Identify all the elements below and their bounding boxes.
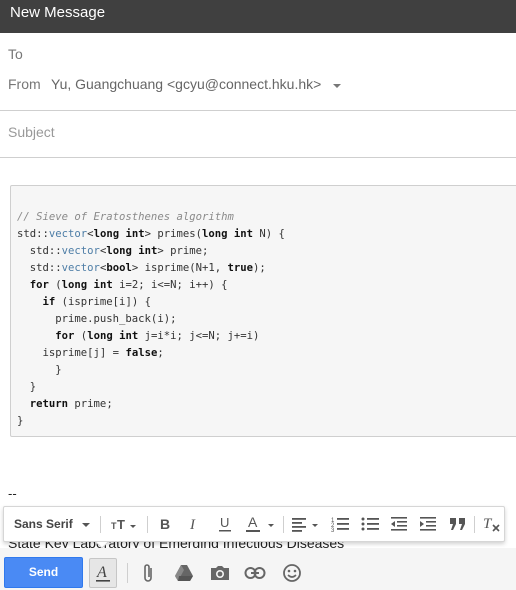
window-title: New Message bbox=[10, 4, 106, 21]
svg-text:A: A bbox=[96, 564, 107, 581]
font-size-icon[interactable]: TT bbox=[108, 507, 140, 541]
bold-icon[interactable]: B bbox=[152, 507, 178, 541]
toolbar-divider bbox=[283, 516, 284, 533]
text-color-icon[interactable]: A bbox=[242, 507, 280, 541]
formatting-toolbar: Sans Serif TT B I U A 123 T bbox=[3, 506, 505, 542]
numbered-list-icon[interactable]: 123 bbox=[326, 507, 354, 541]
divider bbox=[0, 157, 516, 158]
svg-text:A: A bbox=[248, 515, 258, 530]
svg-text:T: T bbox=[117, 517, 125, 532]
font-family-select[interactable]: Sans Serif bbox=[14, 507, 93, 541]
toolbar-divider bbox=[147, 516, 148, 533]
link-icon[interactable] bbox=[243, 560, 267, 586]
svg-text:B: B bbox=[160, 516, 170, 532]
subject-input[interactable]: Subject bbox=[0, 124, 516, 144]
bulleted-list-icon[interactable] bbox=[356, 507, 384, 541]
compose-titlebar: New Message bbox=[0, 0, 516, 33]
svg-text:I: I bbox=[189, 517, 196, 532]
code-line: return prime; bbox=[29, 398, 113, 410]
from-field[interactable]: From Yu, Guangchuang <gcyu@connect.hku.h… bbox=[0, 76, 516, 96]
code-line: } bbox=[17, 415, 24, 427]
code-content: // Sieve of Eratosthenes algorithmstd::v… bbox=[17, 209, 285, 430]
align-icon[interactable] bbox=[288, 507, 324, 541]
code-line: std::vector<bool> isprime(N+1, true); bbox=[17, 262, 266, 274]
to-field[interactable]: To bbox=[0, 46, 516, 66]
send-button[interactable]: Send bbox=[4, 557, 83, 588]
remove-formatting-icon[interactable]: T bbox=[478, 507, 504, 541]
signature-separator: -- bbox=[8, 486, 17, 501]
italic-icon[interactable]: I bbox=[182, 507, 208, 541]
svg-text:3: 3 bbox=[331, 528, 335, 532]
code-line: } bbox=[17, 381, 37, 393]
svg-text:T: T bbox=[483, 516, 493, 532]
indent-less-icon[interactable] bbox=[385, 507, 413, 541]
code-line: for (long int i=2; i<=N; i++) { bbox=[29, 279, 228, 291]
emoji-icon[interactable] bbox=[280, 560, 304, 586]
toolbar-divider bbox=[127, 563, 128, 583]
code-line: std::vector<long int> primes(long int N)… bbox=[17, 228, 285, 240]
divider bbox=[0, 110, 516, 111]
attach-icon[interactable] bbox=[138, 560, 160, 586]
from-value: Yu, Guangchuang <gcyu@connect.hku.hk> bbox=[51, 76, 322, 92]
font-family-label: Sans Serif bbox=[14, 517, 73, 531]
drive-icon[interactable] bbox=[172, 560, 196, 586]
from-label: From bbox=[8, 76, 41, 92]
subject-placeholder: Subject bbox=[8, 124, 55, 140]
code-line: if (isprime[i]) { bbox=[42, 296, 151, 308]
quote-icon[interactable] bbox=[444, 507, 472, 541]
code-line: prime.push_back(i); bbox=[17, 313, 177, 325]
formatting-options-icon[interactable]: A bbox=[89, 558, 117, 588]
code-line: } bbox=[17, 364, 62, 376]
toolbar-divider bbox=[474, 516, 475, 533]
code-line: std::vector<long int> prime; bbox=[17, 245, 209, 257]
underline-icon[interactable]: U bbox=[212, 507, 238, 541]
chevron-down-icon bbox=[81, 523, 90, 527]
indent-more-icon[interactable] bbox=[414, 507, 442, 541]
to-label: To bbox=[8, 46, 23, 62]
svg-text:U: U bbox=[220, 515, 229, 530]
code-line: isprime[j] = false; bbox=[17, 347, 164, 359]
toolbar-divider bbox=[100, 516, 101, 533]
photo-icon[interactable] bbox=[207, 560, 233, 586]
code-line: for (long int j=i*i; j<=N; j+=i) bbox=[55, 330, 260, 342]
chevron-down-icon[interactable] bbox=[333, 84, 341, 88]
code-line: // Sieve of Eratosthenes algorithm bbox=[17, 211, 234, 223]
code-block[interactable]: // Sieve of Eratosthenes algorithmstd::v… bbox=[10, 185, 516, 437]
